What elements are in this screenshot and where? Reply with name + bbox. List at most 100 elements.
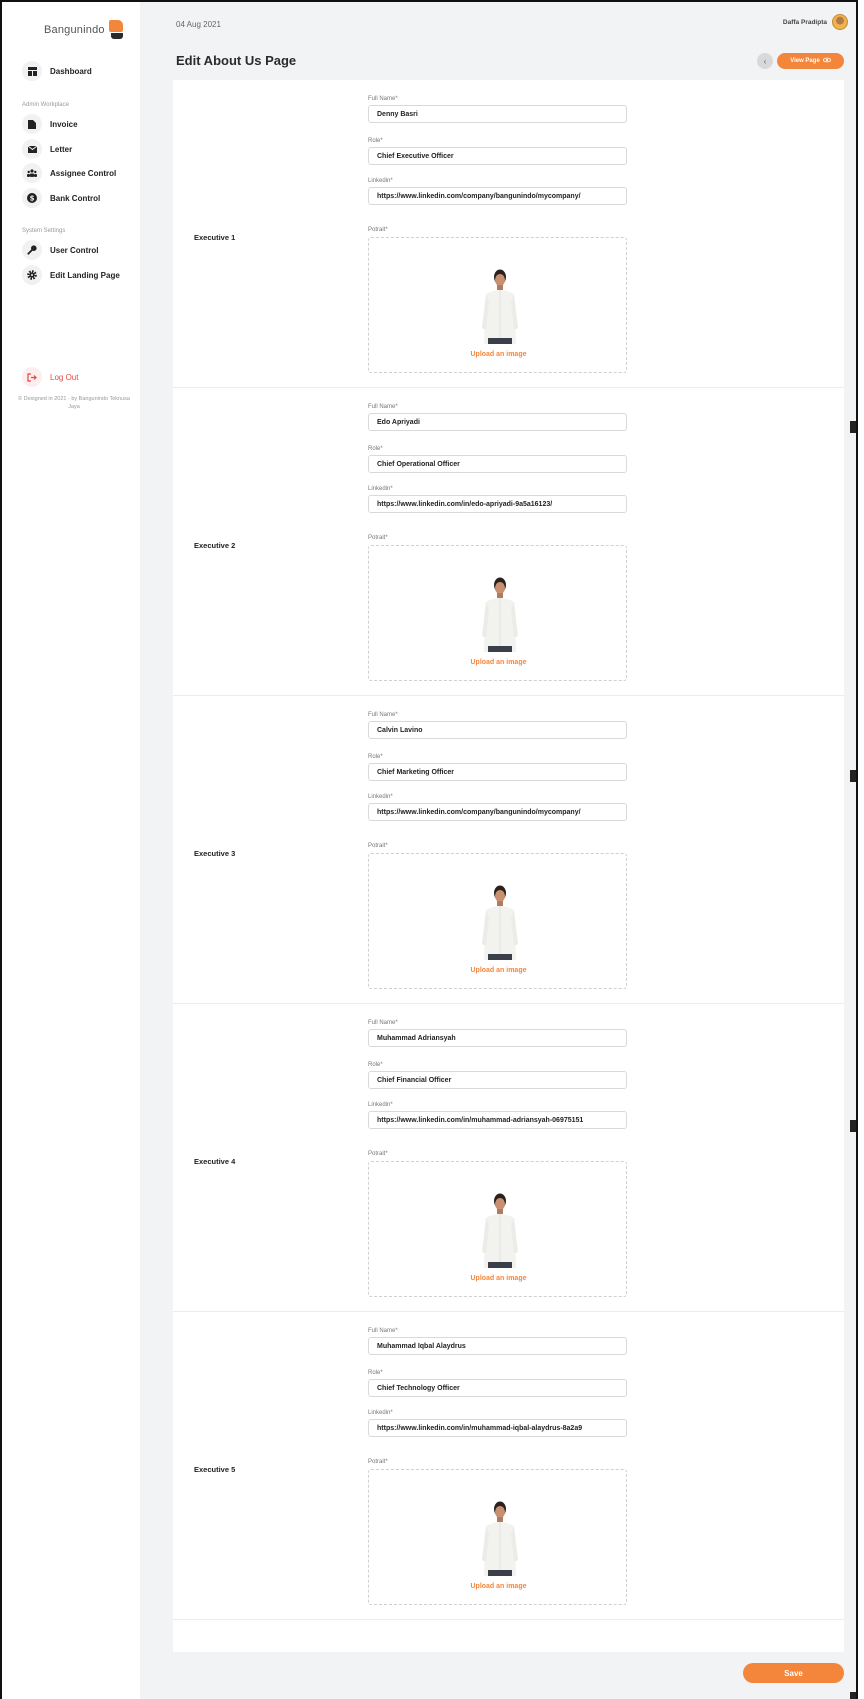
full-name-label: Full Name* — [368, 96, 398, 102]
full-name-label: Full Name* — [368, 712, 398, 718]
portrait-dropzone[interactable]: Upload an image — [368, 1161, 627, 1297]
portrait-dropzone[interactable]: Upload an image — [368, 237, 627, 373]
save-button[interactable]: Save — [743, 1663, 844, 1683]
portrait-label: Potrait* — [368, 227, 388, 233]
brand-mark-icon — [108, 20, 123, 40]
upload-image-link[interactable]: Upload an image — [369, 351, 628, 358]
role-input[interactable]: Chief Operational Officer — [368, 455, 627, 473]
executive-section: Executive 5 Full Name* Muhammad Iqbal Al… — [173, 1312, 844, 1620]
full-name-input[interactable]: Edo Apriyadi — [368, 413, 627, 431]
dollar-icon: $ — [22, 188, 42, 208]
full-name-input[interactable]: Denny Basri — [368, 105, 627, 123]
brand-name: Bangunindo — [44, 24, 105, 36]
users-icon — [22, 163, 42, 183]
linkedin-label: Linkedin* — [368, 794, 393, 800]
portrait-dropzone[interactable]: Upload an image — [368, 1469, 627, 1605]
portrait-label: Potrait* — [368, 1151, 388, 1157]
logo[interactable]: Bangunindo — [44, 20, 123, 40]
eye-icon — [822, 57, 832, 65]
section-label-system: System Settings — [22, 228, 66, 234]
portrait-image — [478, 576, 522, 652]
back-button[interactable]: ‹ — [757, 53, 773, 69]
portrait-image — [478, 1500, 522, 1576]
role-label: Role* — [368, 1062, 383, 1068]
executive-label: Executive 5 — [194, 1465, 236, 1474]
portrait-label: Potrait* — [368, 843, 388, 849]
full-name-input[interactable]: Calvin Lavino — [368, 721, 627, 739]
sidebar-item-label: Bank Control — [50, 193, 101, 203]
role-label: Role* — [368, 754, 383, 760]
role-label: Role* — [368, 138, 383, 144]
logout-icon — [22, 367, 42, 387]
role-input[interactable]: Chief Technology Officer — [368, 1379, 627, 1397]
role-label: Role* — [368, 446, 383, 452]
linkedin-input[interactable]: https://www.linkedin.com/in/muhammad-iqb… — [368, 1419, 627, 1437]
full-name-label: Full Name* — [368, 404, 398, 410]
executive-section: Executive 3 Full Name* Calvin Lavino Rol… — [173, 696, 844, 1004]
sidebar-item-label: User Control — [50, 245, 99, 255]
scroll-marker — [850, 1692, 856, 1699]
sidebar-item-label: Dashboard — [50, 66, 92, 76]
upload-image-link[interactable]: Upload an image — [369, 659, 628, 666]
executive-section: Executive 4 Full Name* Muhammad Adriansy… — [173, 1004, 844, 1312]
main-content: 04 Aug 2021 Daffa Pradipta Edit About Us… — [140, 2, 856, 1699]
full-name-label: Full Name* — [368, 1328, 398, 1334]
logout-button[interactable]: Log Out — [22, 366, 78, 388]
upload-image-link[interactable]: Upload an image — [369, 1275, 628, 1282]
sidebar-item-dashboard[interactable]: Dashboard — [22, 60, 92, 82]
portrait-image — [478, 268, 522, 344]
executive-label: Executive 1 — [194, 233, 236, 242]
linkedin-input[interactable]: https://www.linkedin.com/company/banguni… — [368, 187, 627, 205]
user-menu[interactable]: Daffa Pradipta — [783, 14, 848, 30]
portrait-dropzone[interactable]: Upload an image — [368, 545, 627, 681]
file-icon — [22, 114, 42, 134]
svg-text:$: $ — [30, 195, 35, 203]
linkedin-input[interactable]: https://www.linkedin.com/in/edo-apriyadi… — [368, 495, 627, 513]
key-icon — [22, 240, 42, 260]
sidebar-item-user-control[interactable]: User Control — [22, 239, 98, 261]
page-title: Edit About Us Page — [176, 53, 297, 68]
role-input[interactable]: Chief Executive Officer — [368, 147, 627, 165]
credit-text: © Designed in 2021 - by Bangunindo Teknu… — [18, 396, 130, 410]
upload-image-link[interactable]: Upload an image — [369, 1583, 628, 1590]
sidebar-item-letter[interactable]: Letter — [22, 138, 72, 160]
view-page-button[interactable]: View Page — [777, 53, 844, 69]
role-input[interactable]: Chief Financial Officer — [368, 1071, 627, 1089]
full-name-input[interactable]: Muhammad Iqbal Alaydrus — [368, 1337, 627, 1355]
scroll-marker — [850, 421, 856, 433]
section-label-admin: Admin Workplace — [22, 102, 69, 108]
dashboard-icon — [22, 61, 42, 81]
portrait-image — [478, 1192, 522, 1268]
sidebar-item-label: Edit Landing Page — [50, 270, 120, 280]
sidebar-item-label: Assignee Control — [50, 168, 117, 178]
linkedin-label: Linkedin* — [368, 486, 393, 492]
logout-label: Log Out — [50, 372, 79, 382]
linkedin-input[interactable]: https://www.linkedin.com/in/muhammad-adr… — [368, 1111, 627, 1129]
portrait-label: Potrait* — [368, 1459, 388, 1465]
portrait-dropzone[interactable]: Upload an image — [368, 853, 627, 989]
full-name-input[interactable]: Muhammad Adriansyah — [368, 1029, 627, 1047]
executive-label: Executive 3 — [194, 849, 236, 858]
portrait-label: Potrait* — [368, 535, 388, 541]
executive-section: Executive 1 Full Name* Denny Basri Role*… — [173, 80, 844, 388]
sidebar-item-label: Letter — [50, 144, 73, 154]
avatar — [832, 14, 848, 30]
linkedin-input[interactable]: https://www.linkedin.com/company/banguni… — [368, 803, 627, 821]
sidebar-item-bank-control[interactable]: $ Bank Control — [22, 187, 100, 209]
scroll-marker — [850, 770, 856, 782]
linkedin-label: Linkedin* — [368, 178, 393, 184]
sidebar-item-label: Invoice — [50, 119, 78, 129]
upload-image-link[interactable]: Upload an image — [369, 967, 628, 974]
linkedin-label: Linkedin* — [368, 1410, 393, 1416]
sidebar-item-assignee-control[interactable]: Assignee Control — [22, 162, 116, 184]
sidebar-item-invoice[interactable]: Invoice — [22, 113, 78, 135]
app-window: Bangunindo Dashboard Admin Workplace Inv… — [0, 0, 858, 1699]
sidebar-item-edit-landing-page[interactable]: Edit Landing Page — [22, 264, 120, 286]
chevron-left-icon: ‹ — [763, 56, 767, 66]
executive-section: Executive 2 Full Name* Edo Apriyadi Role… — [173, 388, 844, 696]
sidebar: Bangunindo Dashboard Admin Workplace Inv… — [2, 2, 140, 1699]
executive-label: Executive 2 — [194, 541, 236, 550]
executives-form: Executive 1 Full Name* Denny Basri Role*… — [173, 80, 844, 1652]
view-page-label: View Page — [790, 58, 820, 64]
role-input[interactable]: Chief Marketing Officer — [368, 763, 627, 781]
